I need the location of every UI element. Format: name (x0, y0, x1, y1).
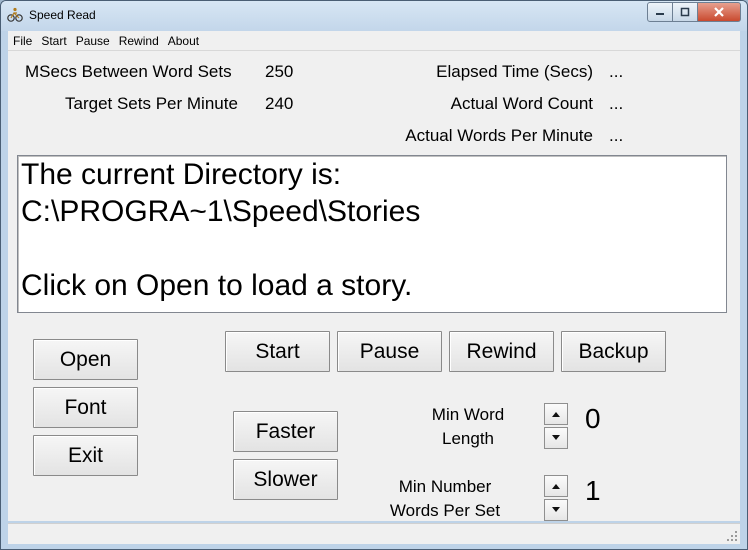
title-bar[interactable]: Speed Read (1, 1, 747, 31)
slower-button[interactable]: Slower (233, 459, 338, 500)
min-words-per-set-up[interactable] (544, 475, 568, 497)
display-line-3: Click on Open to load a story. (21, 269, 413, 302)
elapsed-time-label: Elapsed Time (Secs) (436, 62, 593, 81)
minimize-button[interactable] (647, 2, 673, 22)
min-word-length-down[interactable] (544, 427, 568, 449)
resize-grip-icon[interactable] (726, 530, 738, 542)
start-button[interactable]: Start (225, 331, 330, 372)
exit-button[interactable]: Exit (33, 435, 138, 476)
min-words-per-set-label-line1: Min Number (398, 477, 492, 496)
word-count-label: Actual Word Count (450, 94, 593, 113)
elapsed-time-value: ... (609, 62, 624, 81)
arrow-up-icon (552, 484, 560, 489)
font-button[interactable]: Font (33, 387, 138, 428)
menu-about[interactable]: About (163, 34, 203, 48)
menu-bar: File Start Pause Rewind About (8, 31, 740, 51)
min-words-per-set-value: 1 (585, 475, 601, 506)
min-word-length-label-line1: Min Word (431, 405, 505, 424)
window-title: Speed Read (29, 8, 96, 22)
menu-rewind[interactable]: Rewind (114, 34, 163, 48)
word-count-value: ... (609, 94, 624, 113)
minimize-icon (656, 13, 664, 15)
client-area: MSecs Between Word Sets 250 Target Sets … (8, 51, 740, 521)
story-display[interactable]: The current Directory is: C:\PROGRA~1\Sp… (17, 155, 727, 313)
display-line-1: The current Directory is: (21, 158, 342, 191)
status-bar (8, 523, 740, 544)
min-word-length-value: 0 (585, 403, 601, 434)
bicycle-rider-icon (7, 7, 23, 22)
target-sets-label: Target Sets Per Minute (65, 94, 238, 113)
menu-start[interactable]: Start (36, 34, 70, 48)
min-words-per-set-label-line2: Words Per Set (389, 501, 501, 520)
min-word-length-label: Min Word Length (418, 403, 518, 451)
min-words-per-set-down[interactable] (544, 499, 568, 521)
wpm-label: Actual Words Per Minute (405, 126, 593, 145)
maximize-button[interactable] (673, 2, 698, 22)
min-word-length-up[interactable] (544, 403, 568, 425)
min-word-length-label-line2: Length (442, 429, 494, 448)
backup-button[interactable]: Backup (561, 331, 666, 372)
arrow-down-icon (552, 507, 560, 512)
msecs-value: 250 (265, 62, 294, 81)
maximize-icon (680, 7, 690, 17)
close-button[interactable] (698, 2, 741, 22)
rewind-button[interactable]: Rewind (449, 331, 554, 372)
app-window: Speed Read File Start Pause Rewind About… (0, 0, 748, 550)
faster-button[interactable]: Faster (233, 411, 338, 452)
min-words-per-set-label: Min Number Words Per Set (380, 475, 510, 523)
open-button[interactable]: Open (33, 339, 138, 380)
pause-button[interactable]: Pause (337, 331, 442, 372)
menu-pause[interactable]: Pause (71, 34, 114, 48)
target-sets-value: 240 (265, 94, 294, 113)
msecs-label: MSecs Between Word Sets (25, 62, 232, 81)
arrow-up-icon (552, 412, 560, 417)
close-icon (714, 7, 724, 17)
display-line-2: C:\PROGRA~1\Speed\Stories (21, 195, 421, 228)
arrow-down-icon (552, 435, 560, 440)
menu-file[interactable]: File (8, 34, 36, 48)
wpm-value: ... (609, 126, 624, 145)
